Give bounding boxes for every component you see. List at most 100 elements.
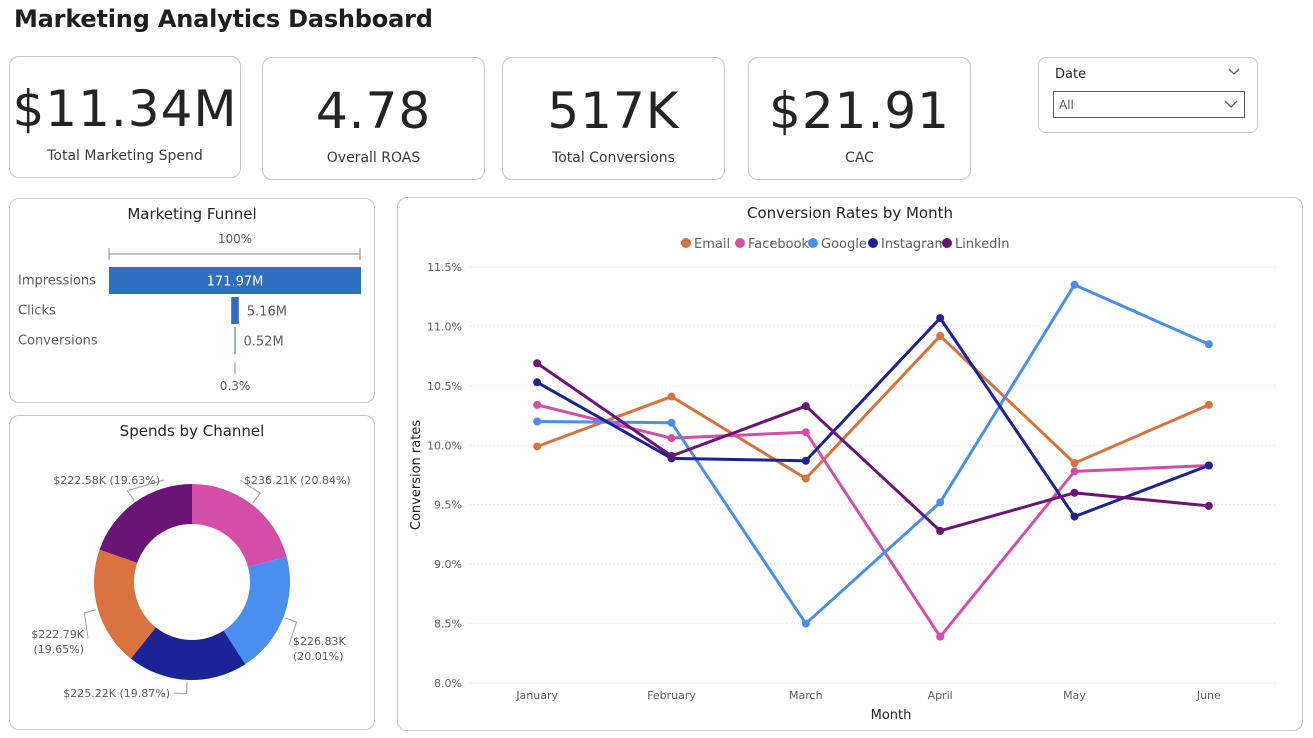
page-title: Marketing Analytics Dashboard (14, 5, 433, 33)
kpi-value: 4.78 (315, 82, 432, 140)
legend-marker (681, 238, 691, 248)
legend-label: Google (821, 237, 867, 252)
kpi-value: 517K (547, 82, 680, 140)
x-tick-label: January (515, 689, 558, 702)
chevron-down-icon[interactable] (1227, 65, 1241, 79)
y-tick-label: 9.0% (434, 558, 462, 571)
legend-marker (942, 238, 952, 248)
funnel-top-label: 100% (218, 232, 252, 246)
kpi-card-conversions[interactable]: 517K Total Conversions (502, 57, 725, 180)
legend-marker (808, 238, 818, 248)
legend-label: Email (694, 237, 730, 252)
funnel-scale (108, 248, 361, 260)
date-dropdown[interactable]: All (1053, 91, 1245, 118)
x-tick-label: June (1196, 689, 1221, 702)
kpi-label: Overall ROAS (326, 150, 421, 166)
data-point (936, 498, 945, 507)
data-point (533, 378, 542, 387)
data-point (936, 632, 945, 641)
funnel-value-label: 0.52M (244, 335, 284, 350)
line-chart: 8.0% 8.5% 9.0% 9.5% 10.0% 10.5% 11.0% 11.5% Janu… (409, 237, 1276, 723)
date-slicer: Date All (1038, 57, 1258, 133)
data-point (1070, 280, 1079, 289)
donut-leader-line (173, 681, 188, 695)
kpi-label: Total Conversions (552, 150, 675, 166)
x-tick-label: April (928, 689, 953, 702)
funnel-category-label: Impressions (18, 274, 96, 289)
data-point (667, 451, 676, 460)
kpi-label: Total Marketing Spend (47, 148, 203, 164)
data-point (801, 456, 810, 465)
x-tick-label: May (1063, 689, 1086, 702)
donut-slice-label: $222.58K (19.63%) (53, 474, 160, 487)
donut-chart: $236.21K (20.84%) $226.83K (20.01%) $225.22… (31, 474, 351, 700)
donut-slice (192, 484, 287, 567)
kpi-card-roas[interactable]: 4.78 Overall ROAS (262, 57, 485, 180)
data-point (1070, 488, 1079, 497)
donut-slice-label: $222.79K (19.65%) (31, 628, 84, 656)
data-point (533, 442, 542, 451)
legend-marker (868, 238, 878, 248)
chevron-down-icon (1224, 100, 1238, 108)
data-point (667, 434, 676, 443)
data-point (533, 417, 542, 426)
donut-slice-label: $236.21K (20.84%) (244, 474, 351, 487)
funnel-category-label: Conversions (18, 334, 98, 349)
data-point (1204, 501, 1213, 510)
kpi-card-cac[interactable]: $21.91 CAC (748, 57, 971, 180)
y-tick-label: 11.0% (427, 320, 462, 333)
funnel-bottom-label: 0.3% (220, 379, 251, 393)
donut-visual[interactable]: Spends by Channel $236.21K (20.84%) $226.… (9, 415, 375, 730)
y-tick-label: 11.5% (427, 261, 462, 274)
slicer-title: Date (1055, 67, 1087, 82)
kpi-label: CAC (845, 150, 874, 166)
funnel-bar (234, 327, 236, 354)
data-point (667, 392, 676, 401)
line-visual[interactable]: Conversion Rates by Month 8.0% 8.5% 9.0% 9.… (397, 197, 1303, 731)
series-line (537, 283, 1210, 626)
x-tick-label: February (647, 689, 696, 702)
legend-label: Facebook (748, 237, 810, 252)
data-point (801, 402, 810, 411)
data-point (1070, 467, 1079, 476)
y-tick-label: 8.0% (434, 677, 462, 690)
y-tick-label: 10.0% (427, 439, 462, 452)
kpi-value: $21.91 (769, 82, 950, 140)
data-point (801, 474, 810, 483)
legend-label: LinkedIn (955, 237, 1009, 252)
donut-slice-label: $225.22K (19.87%) (63, 687, 170, 700)
legend-label: Instagram (881, 237, 947, 252)
funnel-value-label: 171.97M (207, 275, 264, 290)
data-point (1204, 461, 1213, 470)
data-point (1204, 340, 1213, 349)
data-point (1070, 512, 1079, 521)
y-tick-label: 9.5% (434, 499, 462, 512)
data-point (1204, 400, 1213, 409)
series-line (536, 316, 1210, 519)
data-point (936, 314, 945, 323)
legend-marker (735, 238, 745, 248)
funnel-category-label: Clicks (18, 304, 56, 319)
data-point (801, 428, 810, 437)
data-point (936, 526, 945, 535)
kpi-card-spend[interactable]: $11.34M Total Marketing Spend (9, 56, 241, 178)
data-point (936, 331, 945, 340)
data-point (667, 418, 676, 427)
funnel-value-label: 5.16M (247, 305, 287, 320)
dropdown-value: All (1059, 98, 1074, 112)
series-line (536, 334, 1210, 481)
x-tick-label: March (789, 689, 823, 702)
donut-slice (99, 484, 192, 563)
y-tick-label: 8.5% (434, 618, 462, 631)
funnel-bar (231, 297, 239, 324)
data-point (801, 619, 810, 628)
kpi-value: $11.34M (12, 80, 238, 138)
donut-slice-label: $226.83K (20.01%) (293, 635, 346, 663)
funnel-visual[interactable]: Marketing Funnel 100% 0.3% Impressions 17… (9, 198, 375, 403)
x-axis-title: Month (871, 708, 912, 723)
funnel-chart: 100% 0.3% Impressions 171.97M Clicks 5.16M C… (18, 232, 361, 393)
donut-leader-line (83, 609, 97, 639)
data-point (533, 359, 542, 368)
data-point (1070, 459, 1079, 468)
y-axis-title: Conversion rates (409, 420, 424, 530)
